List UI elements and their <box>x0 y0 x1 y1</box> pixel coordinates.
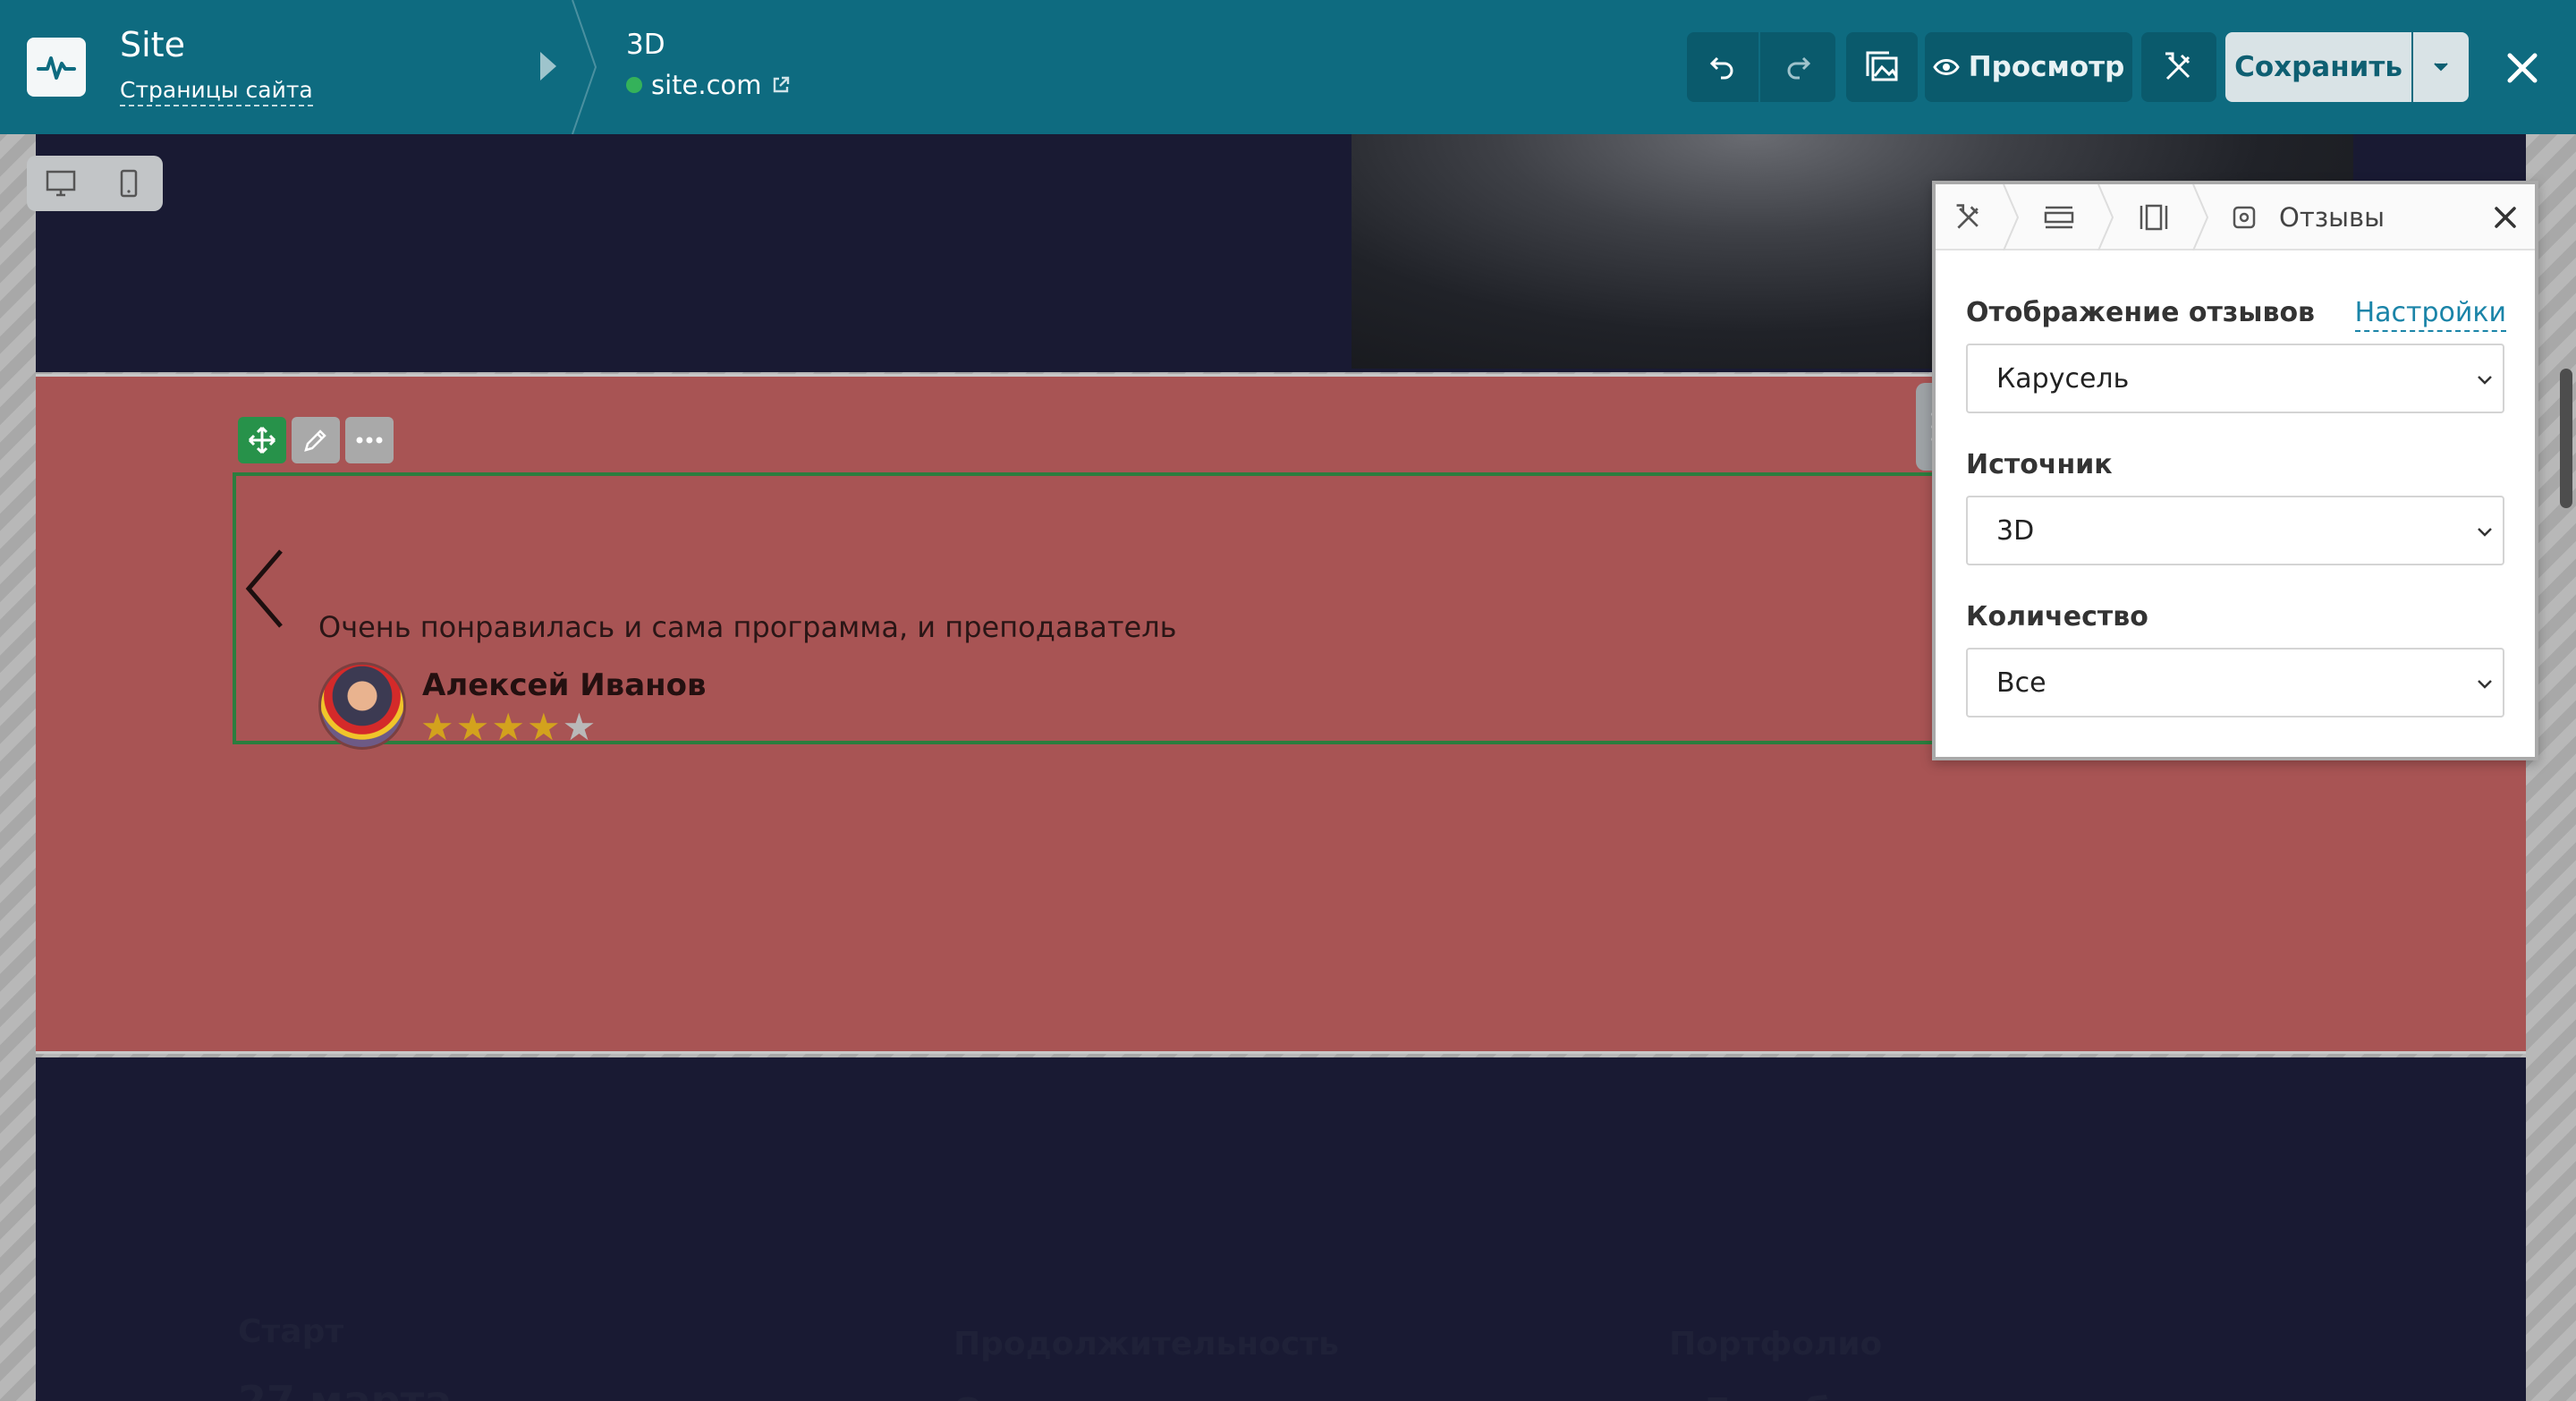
source-value: 3D <box>1996 514 2035 547</box>
close-editor-button[interactable] <box>2494 39 2551 97</box>
chevron-down-icon <box>2478 528 2492 537</box>
count-select[interactable]: Все <box>1966 648 2504 717</box>
design-tools-button[interactable] <box>2141 32 2216 102</box>
stat-value: 27 марта <box>238 1377 453 1401</box>
settings-link[interactable]: Настройки <box>2354 297 2506 332</box>
page-url-link[interactable]: site.com <box>626 70 791 100</box>
widget-settings-panel: Отзывы Отображение отзывов Настройки Кар… <box>1932 181 2538 760</box>
reviewer-avatar <box>318 662 406 750</box>
stat-label: Продолжительность <box>953 1326 1339 1363</box>
page-url-text: site.com <box>651 70 762 100</box>
star-filled-icon: ★ <box>455 705 492 749</box>
redo-button[interactable] <box>1760 32 1835 102</box>
star-filled-icon: ★ <box>491 705 527 749</box>
design-tools-icon <box>1956 204 1979 229</box>
tab-section[interactable] <box>2021 184 2097 250</box>
panel-breadcrumb-tabs: Отзывы <box>1936 184 2535 250</box>
edit-widget-button[interactable] <box>292 417 340 463</box>
widget-cube-icon <box>2233 206 2256 229</box>
online-status-dot <box>626 77 642 93</box>
mobile-icon <box>120 169 138 198</box>
star-filled-icon: ★ <box>526 705 563 749</box>
rating-stars: ★★★★★ <box>420 705 597 749</box>
caret-right-icon[interactable] <box>540 52 556 81</box>
chevron-down-icon <box>2478 376 2492 385</box>
close-icon <box>2495 207 2516 228</box>
display-mode-label: Отображение отзывов <box>1966 297 2316 328</box>
images-icon <box>1866 51 1898 81</box>
mobile-view-button[interactable] <box>95 156 163 211</box>
save-button[interactable]: Сохранить <box>2225 32 2411 102</box>
section-rows-icon <box>2044 206 2074 229</box>
close-panel-button[interactable] <box>2488 200 2522 234</box>
tab-design[interactable] <box>1936 184 2002 250</box>
source-select[interactable]: 3D <box>1966 496 2504 565</box>
panel-title: Отзывы <box>2279 202 2385 233</box>
stats-section[interactable]: Старт 27 марта Продолжительность 8 месяц… <box>36 1057 2526 1401</box>
star-filled-icon: ★ <box>420 705 456 749</box>
reviewer-name: Алексей Иванов <box>422 667 707 703</box>
move-handle[interactable] <box>238 417 286 463</box>
chevron-down-icon <box>2434 63 2448 72</box>
move-arrows-icon <box>248 426 276 454</box>
design-tools-icon <box>2165 52 2190 81</box>
stat-start: Старт 27 марта <box>238 1313 452 1401</box>
more-options-button[interactable] <box>345 417 394 463</box>
tab-widget[interactable] <box>2213 184 2275 250</box>
widget-toolbar <box>238 417 394 463</box>
stat-portfolio: Портфолио +5 работ <box>1669 1326 1885 1401</box>
count-value: Все <box>1996 667 2046 699</box>
count-label: Количество <box>1966 601 2148 633</box>
site-pages-link[interactable]: Страницы сайта <box>120 77 313 106</box>
pulse-logo-icon[interactable] <box>27 38 86 97</box>
preview-label: Просмотр <box>1968 51 2125 83</box>
display-mode-value: Карусель <box>1996 362 2130 395</box>
block-columns-icon <box>2140 204 2168 231</box>
tab-block[interactable] <box>2116 184 2191 250</box>
redo-icon <box>1787 56 1811 80</box>
display-mode-select[interactable]: Карусель <box>1966 344 2504 413</box>
review-text: Очень понравилась и сама программа, и пр… <box>318 610 1177 644</box>
star-empty-icon: ★ <box>562 705 598 749</box>
source-label: Источник <box>1966 449 2113 480</box>
undo-icon <box>1709 56 1733 80</box>
page-scrollbar[interactable] <box>2560 369 2572 508</box>
desktop-icon <box>46 170 76 197</box>
stat-label: Портфолио <box>1669 1326 1883 1363</box>
preview-button[interactable]: Просмотр <box>1925 32 2132 102</box>
site-title: Site <box>120 25 185 64</box>
tab-separator <box>2003 184 2020 250</box>
chevron-down-icon <box>2478 680 2492 689</box>
carousel-prev-arrow-icon[interactable] <box>240 546 290 632</box>
stat-value: +5 работ <box>1669 1389 1885 1401</box>
stat-label: Старт <box>238 1313 344 1350</box>
stat-duration: Продолжительность 8 месяцев <box>953 1326 1339 1401</box>
eye-icon <box>1932 59 1960 75</box>
media-library-button[interactable] <box>1846 32 1918 102</box>
more-dots-icon <box>356 437 383 444</box>
breadcrumb-divider <box>572 0 597 134</box>
pencil-icon <box>304 429 326 452</box>
tab-separator <box>2192 184 2209 250</box>
tab-separator <box>2097 184 2114 250</box>
page-name: 3D <box>626 29 665 61</box>
external-link-icon <box>773 76 789 93</box>
stat-value: 8 месяцев <box>953 1389 1339 1401</box>
editor-topbar: Site Страницы сайта 3D site.com Просмотр… <box>0 0 2576 134</box>
close-icon <box>2507 53 2538 83</box>
device-switch <box>27 156 163 211</box>
save-options-dropdown[interactable] <box>2413 32 2469 102</box>
desktop-view-button[interactable] <box>27 156 95 211</box>
undo-button[interactable] <box>1687 32 1758 102</box>
